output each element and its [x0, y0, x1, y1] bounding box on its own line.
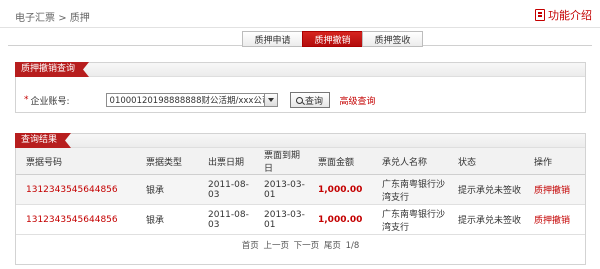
revoke-action-link[interactable]: 质押撤销 — [524, 204, 585, 235]
pager-next[interactable]: 下一页 — [294, 241, 320, 251]
col-action: 操作 — [524, 148, 585, 175]
col-due-date: 票面到期日 — [254, 148, 308, 175]
breadcrumb-item-pledge: 质押 — [69, 13, 90, 24]
pager-first[interactable]: 首页 — [242, 241, 259, 251]
tab-pledge-revoke[interactable]: 质押撤销 — [302, 31, 363, 47]
col-acceptor: 承兑人名称 — [372, 148, 448, 175]
table-row: 1312343545644856 银承 2011-08-03 2013-03-0… — [16, 174, 585, 205]
acceptor-name: 广东南粤银行沙湾支行 — [372, 204, 448, 235]
chevron-down-icon[interactable] — [263, 94, 277, 106]
account-row: * 企业账号: 01000120198888888财公活期/xxx公司 查询 高… — [24, 92, 376, 108]
account-select[interactable]: 01000120198888888财公活期/xxx公司 — [105, 93, 278, 107]
amount: 1,000.00 — [308, 174, 372, 205]
advanced-query-link[interactable]: 高级查询 — [340, 94, 376, 107]
pager-last[interactable]: 尾页 — [324, 241, 341, 251]
status: 提示承兑未签收 — [448, 174, 524, 205]
issue-date: 2011-08-03 — [198, 204, 254, 235]
account-select-value: 01000120198888888财公活期/xxx公司 — [109, 96, 271, 106]
bill-no-link[interactable]: 1312343545644856 — [16, 174, 136, 205]
query-panel-title: 质押撤销查询 — [15, 62, 89, 77]
bill-no-link[interactable]: 1312343545644856 — [16, 204, 136, 235]
due-date: 2013-03-01 — [254, 174, 308, 205]
search-icon — [296, 96, 304, 104]
pagination: 首页 上一页 下一页 尾页 1/8 — [16, 239, 585, 251]
revoke-action-link[interactable]: 质押撤销 — [524, 174, 585, 205]
due-date: 2013-03-01 — [254, 204, 308, 235]
account-label: 企业账号: — [30, 96, 70, 107]
col-amount: 票面金额 — [308, 148, 372, 175]
tab-pledge-sign[interactable]: 质押签收 — [362, 31, 423, 47]
issue-date: 2011-08-03 — [198, 174, 254, 205]
breadcrumb: 电子汇票 > 质押 — [15, 9, 90, 24]
acceptor-name: 广东南粤银行沙湾支行 — [372, 174, 448, 205]
pager-prev[interactable]: 上一页 — [263, 241, 289, 251]
col-bill-type: 票据类型 — [136, 148, 198, 175]
status: 提示承兑未签收 — [448, 204, 524, 235]
help-label: 功能介绍 — [548, 9, 592, 22]
query-button[interactable]: 查询 — [289, 92, 330, 108]
query-button-label: 查询 — [305, 96, 324, 107]
results-panel-title: 查询结果 — [15, 133, 71, 148]
query-panel-header: 质押撤销查询 — [16, 63, 585, 77]
book-icon — [535, 9, 545, 21]
tab-pledge-apply[interactable]: 质押申请 — [242, 31, 303, 47]
results-table: 票据号码 票据类型 出票日期 票面到期日 票面金额 承兑人名称 状态 操作 13… — [16, 148, 585, 235]
bill-type: 银承 — [136, 204, 198, 235]
col-issue-date: 出票日期 — [198, 148, 254, 175]
required-marker: * — [24, 95, 29, 105]
query-panel: 质押撤销查询 * 企业账号: 01000120198888888财公活期/xxx… — [15, 62, 586, 113]
results-panel: 查询结果 票据号码 票据类型 出票日期 票面到期日 票面金额 承兑人名称 状态 … — [15, 133, 586, 265]
breadcrumb-separator: > — [58, 13, 67, 24]
amount: 1,000.00 — [308, 204, 372, 235]
tab-bar: 质押申请 质押撤销 质押签收 — [242, 31, 423, 47]
table-header-row: 票据号码 票据类型 出票日期 票面到期日 票面金额 承兑人名称 状态 操作 — [16, 148, 585, 175]
page-header: 电子汇票 > 质押 功能介绍 — [0, 0, 600, 28]
help-link[interactable]: 功能介绍 — [535, 7, 592, 23]
table-row: 1312343545644856 银承 2011-08-03 2013-03-0… — [16, 204, 585, 235]
col-bill-no: 票据号码 — [16, 148, 136, 175]
pager-page-indicator: 1/8 — [345, 241, 360, 251]
breadcrumb-item-ebill[interactable]: 电子汇票 — [15, 13, 55, 24]
bill-type: 银承 — [136, 174, 198, 205]
results-panel-header: 查询结果 — [16, 134, 585, 148]
col-status: 状态 — [448, 148, 524, 175]
